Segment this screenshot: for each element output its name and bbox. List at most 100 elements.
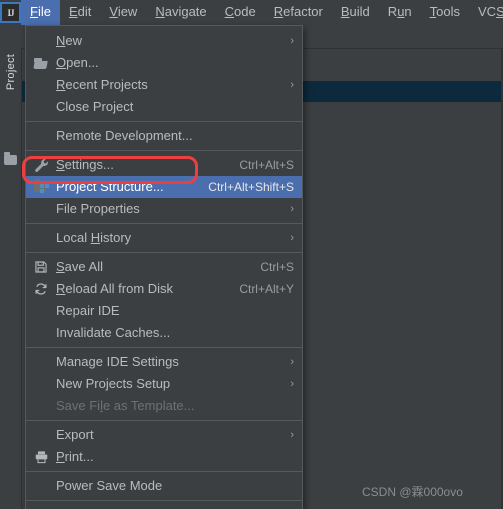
structure-folder-icon[interactable]: [4, 152, 17, 165]
menu-item-close-project[interactable]: Close Project: [26, 96, 302, 118]
file-menu-popup: New › Open... Recent Projects › Close Project…: [25, 25, 303, 509]
menu-item-label: Power Save Mode: [56, 478, 163, 493]
save-icon: [34, 260, 48, 274]
menu-item-label: Save All: [56, 259, 103, 274]
menu-item-open[interactable]: Open...: [26, 52, 302, 74]
menu-item-print[interactable]: Print...: [26, 446, 302, 468]
chevron-right-icon: ›: [290, 232, 294, 244]
menubar-item-run[interactable]: Run: [379, 0, 421, 25]
reload-icon: [34, 282, 48, 296]
menu-item-icon-slot: [26, 176, 56, 198]
menu-item-remote-development[interactable]: Remote Development...: [26, 125, 302, 147]
menu-item-icon-slot: [26, 300, 56, 322]
menu-item-icon-slot: [26, 395, 56, 417]
menu-item-recent-projects[interactable]: Recent Projects ›: [26, 74, 302, 96]
menubar-item-navigate[interactable]: Navigate: [146, 0, 215, 25]
menu-item-shortcut: Ctrl+S: [260, 260, 294, 274]
menu-item-export[interactable]: Export ›: [26, 424, 302, 446]
menu-item-label: Invalidate Caches...: [56, 325, 171, 340]
chevron-right-icon: ›: [290, 79, 294, 91]
chevron-right-icon: ›: [290, 35, 294, 47]
menu-item-repair-ide[interactable]: Repair IDE: [26, 300, 302, 322]
menu-separator: [26, 121, 302, 122]
menu-item-icon-slot: [26, 154, 56, 176]
menubar-item-build[interactable]: Build: [332, 0, 379, 25]
sidebar-item-project[interactable]: Project: [5, 44, 17, 100]
left-tool-window-strip: Project: [0, 48, 22, 509]
menu-item-label: Remote Development...: [56, 128, 193, 143]
main-menu-bar: IJ File Edit View Navigate Code Refactor Build…: [0, 0, 503, 25]
menu-separator: [26, 150, 302, 151]
menu-item-label: Settings...: [56, 157, 114, 172]
menu-item-label: Open...: [56, 55, 99, 70]
menu-separator: [26, 500, 302, 501]
menu-item-reload-all-from-disk[interactable]: Reload All from Disk Ctrl+Alt+Y: [26, 278, 302, 300]
chevron-right-icon: ›: [290, 378, 294, 390]
menu-item-exit[interactable]: Exit: [26, 504, 302, 509]
menu-item-label: New: [56, 33, 83, 48]
menu-item-icon-slot: [26, 227, 56, 249]
menu-item-icon-slot: [26, 351, 56, 373]
menu-item-new[interactable]: New ›: [26, 30, 302, 52]
chevron-right-icon: ›: [290, 203, 294, 215]
menu-item-local-history[interactable]: Local History ›: [26, 227, 302, 249]
menu-item-icon-slot: [26, 504, 56, 509]
menu-item-label: Local History: [56, 230, 132, 245]
menu-item-icon-slot: [26, 322, 56, 344]
wrench-icon: [34, 158, 49, 173]
menu-separator: [26, 420, 302, 421]
menu-item-icon-slot: [26, 424, 56, 446]
intellij-logo-icon: IJ: [0, 0, 21, 25]
menu-item-icon-slot: [26, 475, 56, 497]
menu-item-icon-slot: [26, 96, 56, 118]
menu-item-icon-slot: [26, 373, 56, 395]
menu-item-power-save-mode[interactable]: Power Save Mode: [26, 475, 302, 497]
menu-item-label: Close Project: [56, 99, 134, 114]
menu-item-shortcut: Ctrl+Alt+Y: [239, 282, 294, 296]
menu-separator: [26, 223, 302, 224]
menu-separator: [26, 347, 302, 348]
menu-item-label: Recent Projects: [56, 77, 148, 92]
menu-item-shortcut: Ctrl+Alt+S: [239, 158, 294, 172]
menu-item-save-file-as-template: Save File as Template...: [26, 395, 302, 417]
project-structure-icon: [33, 178, 49, 194]
menu-item-icon-slot: [26, 198, 56, 220]
menubar-item-edit[interactable]: Edit: [60, 0, 100, 25]
menubar-item-tools[interactable]: Tools: [421, 0, 469, 25]
menu-item-icon-slot: [26, 256, 56, 278]
menu-item-label: File Properties: [56, 201, 140, 216]
menu-item-project-structure[interactable]: Project Structure... Ctrl+Alt+Shift+S: [26, 176, 302, 198]
menubar-item-code[interactable]: Code: [216, 0, 265, 25]
menu-separator: [26, 471, 302, 472]
menu-item-icon-slot: [26, 74, 56, 96]
menu-item-icon-slot: [26, 52, 56, 74]
watermark-text: CSDN @霖000ovo: [362, 485, 463, 499]
menu-item-label: Repair IDE: [56, 303, 120, 318]
menu-item-label: Export: [56, 427, 94, 442]
menubar-item-refactor[interactable]: Refactor: [265, 0, 332, 25]
menu-item-file-properties[interactable]: File Properties ›: [26, 198, 302, 220]
menu-item-icon-slot: [26, 278, 56, 300]
menu-item-icon-slot: [26, 30, 56, 52]
print-icon: [34, 450, 49, 464]
ide-window: IJ File Edit View Navigate Code Refactor Build…: [0, 0, 503, 509]
folder-open-icon: [33, 57, 48, 69]
menu-item-invalidate-caches[interactable]: Invalidate Caches...: [26, 322, 302, 344]
menu-item-label: Manage IDE Settings: [56, 354, 179, 369]
menubar-item-view[interactable]: View: [100, 0, 146, 25]
menu-item-settings[interactable]: Settings... Ctrl+Alt+S: [26, 154, 302, 176]
menu-item-label: Save File as Template...: [56, 398, 195, 413]
menu-item-label: Project Structure...: [56, 179, 164, 194]
menu-item-label: New Projects Setup: [56, 376, 171, 391]
menu-item-label: Reload All from Disk: [56, 281, 174, 296]
menu-item-label: Print...: [56, 449, 94, 464]
menubar-item-vcs[interactable]: VCS: [469, 0, 503, 25]
menu-item-manage-ide-settings[interactable]: Manage IDE Settings ›: [26, 351, 302, 373]
chevron-right-icon: ›: [290, 429, 294, 441]
menu-item-shortcut: Ctrl+Alt+Shift+S: [208, 180, 294, 194]
menubar-item-file[interactable]: File: [21, 0, 60, 25]
menu-item-new-projects-setup[interactable]: New Projects Setup ›: [26, 373, 302, 395]
menu-item-save-all[interactable]: Save All Ctrl+S: [26, 256, 302, 278]
menu-item-icon-slot: [26, 125, 56, 147]
menu-item-icon-slot: [26, 446, 56, 468]
